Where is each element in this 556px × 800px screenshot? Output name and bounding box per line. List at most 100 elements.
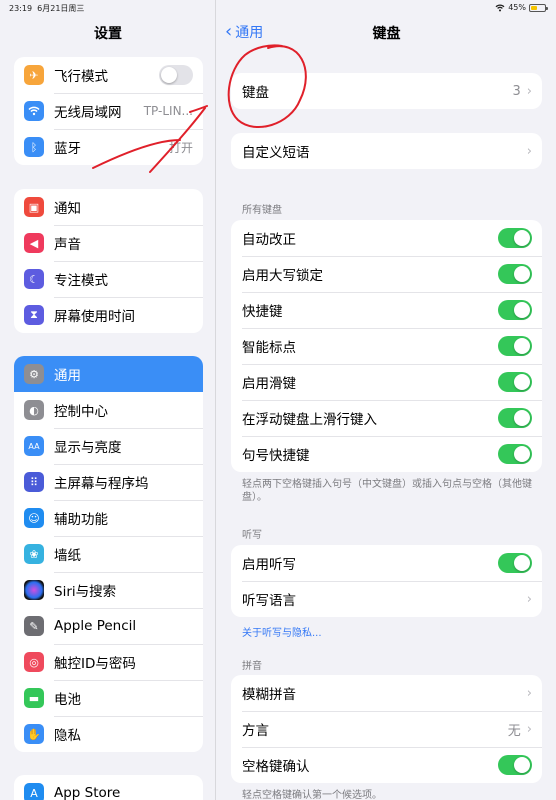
shortcuts-toggle[interactable] (498, 300, 532, 320)
keyboards-count: 3 (512, 83, 521, 99)
sidebar-title: 设置 (94, 26, 122, 42)
gear-icon: ⚙ (24, 364, 44, 384)
sidebar-group-connectivity: ✈ 飞行模式 无线局域网 TP-LIN... ᛒ 蓝牙 打开 (14, 57, 203, 165)
sidebar-item-label: 专注模式 (54, 273, 108, 289)
sidebar-item-home-screen-dock[interactable]: ⠿ 主屏幕与程序坞 (14, 464, 203, 500)
chevron-right-icon: › (526, 83, 532, 99)
fingerprint-icon: ◎ (24, 652, 44, 672)
sidebar-item-label: 屏幕使用时间 (54, 309, 135, 325)
sidebar-item-sounds[interactable]: ◀ 声音 (14, 225, 203, 261)
sidebar-item-wifi[interactable]: 无线局域网 TP-LIN... (14, 93, 203, 129)
appstore-icon: A (24, 783, 44, 800)
sidebar-item-label: 蓝牙 (54, 141, 81, 157)
period-shortcut-row: 句号快捷键 (231, 436, 542, 472)
sidebar-item-accessibility[interactable]: ☺ 辅助功能 (14, 500, 203, 536)
text-replacement-card: 自定义短语 › (231, 133, 542, 169)
sidebar-item-label: 飞行模式 (54, 69, 108, 85)
space-confirm-toggle[interactable] (498, 755, 532, 775)
row-label: 听写语言 (242, 593, 296, 609)
text-size-icon: AA (24, 436, 44, 456)
row-label: 启用大写锁定 (242, 268, 323, 284)
hourglass-icon: ⧗ (24, 305, 44, 325)
keyboards-row[interactable]: 键盘 3 › (231, 73, 542, 109)
sidebar-item-touch-id-passcode[interactable]: ◎ 触控ID与密码 (14, 644, 203, 680)
notification-icon: ▣ (24, 197, 44, 217)
enable-dictation-row: 启用听写 (231, 545, 542, 581)
fuzzy-pinyin-right: › (527, 686, 532, 701)
fuzzy-pinyin-row[interactable]: 模糊拼音 › (231, 675, 542, 711)
bluetooth-status-value: 打开 (168, 140, 193, 155)
siri-icon (24, 580, 44, 600)
keyboards-card: 键盘 3 › (231, 73, 542, 109)
row-label: 启用听写 (242, 557, 296, 573)
settings-sidebar: 设置 ✈ 飞行模式 无线局域网 TP-LIN... ᛒ 蓝牙 打开 ▣ 通知 ◀… (0, 0, 216, 800)
all-keyboards-card: 自动改正 启用大写锁定 快捷键 智能标点 启用滑键 在浮动键盘上滑行键入 句号快… (231, 220, 542, 472)
row-label: 启用滑键 (242, 376, 296, 392)
sidebar-group-notifications: ▣ 通知 ◀ 声音 ☾ 专注模式 ⧗ 屏幕使用时间 (14, 189, 203, 333)
sidebar-item-bluetooth[interactable]: ᛒ 蓝牙 打开 (14, 129, 203, 165)
sidebar-item-label: 无线局域网 (54, 105, 122, 121)
period-shortcut-toggle[interactable] (498, 444, 532, 464)
smart-punctuation-toggle[interactable] (498, 336, 532, 356)
row-label: 句号快捷键 (242, 448, 310, 464)
dictation-card: 启用听写 听写语言 › (231, 545, 542, 617)
sidebar-item-display-brightness[interactable]: AA 显示与亮度 (14, 428, 203, 464)
row-label: 空格键确认 (242, 759, 310, 775)
period-shortcut-footer: 轻点两下空格键插入句号（中文键盘）或插入句点与空格（其他键盘）。 (242, 479, 532, 503)
sidebar-item-label: 显示与亮度 (54, 440, 122, 456)
key-flicks-toggle[interactable] (498, 372, 532, 392)
auto-correction-row: 自动改正 (231, 220, 542, 256)
enable-dictation-toggle[interactable] (498, 553, 532, 573)
flower-icon: ❀ (24, 544, 44, 564)
accessibility-icon: ☺ (24, 508, 44, 528)
sidebar-item-label: 控制中心 (54, 404, 108, 420)
sidebar-item-label: 主屏幕与程序坞 (54, 476, 149, 492)
row-label: 智能标点 (242, 340, 296, 356)
sidebar-item-app-store[interactable]: A App Store (14, 775, 203, 800)
sidebar-item-label: 触控ID与密码 (54, 656, 136, 672)
chevron-right-icon: › (526, 143, 532, 159)
dialect-value: 无 (507, 723, 521, 739)
pinyin-header: 拼音 (242, 661, 262, 672)
sidebar-item-screen-time[interactable]: ⧗ 屏幕使用时间 (14, 297, 203, 333)
sidebar-item-airplane-mode[interactable]: ✈ 飞行模式 (14, 57, 203, 93)
status-date: 6月21日周三 (37, 4, 85, 13)
caps-lock-toggle[interactable] (498, 264, 532, 284)
dictation-languages-right: › (527, 592, 532, 607)
moon-icon: ☾ (24, 269, 44, 289)
pinyin-card: 模糊拼音 › 方言 无 › 空格键确认 (231, 675, 542, 783)
hand-icon: ✋ (24, 724, 44, 744)
sidebar-item-wallpaper[interactable]: ❀ 墙纸 (14, 536, 203, 572)
text-replacement-row[interactable]: 自定义短语 › (231, 133, 542, 169)
sidebar-item-notifications[interactable]: ▣ 通知 (14, 189, 203, 225)
pencil-icon: ✎ (24, 616, 44, 636)
auto-correction-toggle[interactable] (498, 228, 532, 248)
sidebar-item-siri-search[interactable]: Siri与搜索 (14, 572, 203, 608)
sidebar-item-focus[interactable]: ☾ 专注模式 (14, 261, 203, 297)
toggles-icon: ◐ (24, 400, 44, 420)
dialect-row[interactable]: 方言 无 › (231, 711, 542, 747)
sidebar-item-privacy[interactable]: ✋ 隐私 (14, 716, 203, 752)
slide-floating-keyboard-row: 在浮动键盘上滑行键入 (231, 400, 542, 436)
airplane-mode-toggle[interactable] (159, 65, 193, 85)
key-flicks-row: 启用滑键 (231, 364, 542, 400)
dictation-privacy-link[interactable]: 关于听写与隐私... (242, 624, 322, 639)
row-label: 快捷键 (242, 304, 283, 320)
keyboards-right: 3 › (513, 84, 532, 99)
wifi-network-value: TP-LIN... (143, 104, 193, 118)
slide-floating-keyboard-toggle[interactable] (498, 408, 532, 428)
sidebar-item-label: 通用 (54, 368, 81, 384)
wifi-icon (24, 101, 44, 121)
dictation-languages-row[interactable]: 听写语言 › (231, 581, 542, 617)
sidebar-item-apple-pencil[interactable]: ✎ Apple Pencil (14, 608, 203, 644)
status-time-date: 23:19 6月21日周三 (9, 3, 84, 14)
sidebar-group-general: ⚙ 通用 ◐ 控制中心 AA 显示与亮度 ⠿ 主屏幕与程序坞 ☺ 辅助功能 ❀ … (14, 356, 203, 752)
sidebar-item-general[interactable]: ⚙ 通用 (14, 356, 203, 392)
page-title: 键盘 (372, 26, 401, 42)
sidebar-group-store: A App Store (14, 775, 203, 800)
space-confirm-row: 空格键确认 (231, 747, 542, 783)
sidebar-item-battery[interactable]: ▬ 电池 (14, 680, 203, 716)
sidebar-item-label: 通知 (54, 201, 81, 217)
row-label: 在浮动键盘上滑行键入 (242, 412, 377, 428)
sidebar-item-control-center[interactable]: ◐ 控制中心 (14, 392, 203, 428)
